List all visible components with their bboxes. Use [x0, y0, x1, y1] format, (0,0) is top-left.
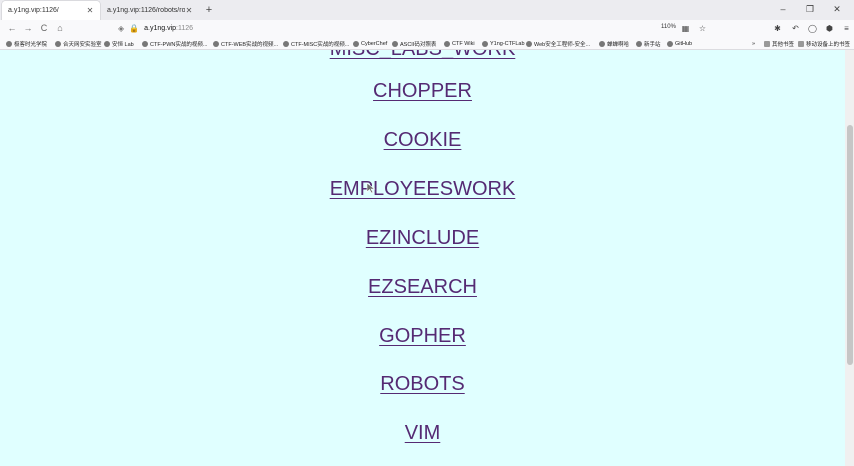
bookmark-favicon-icon — [392, 40, 398, 47]
bookmark-item[interactable]: CTF-WEB实战的视频... — [213, 38, 278, 49]
bookmark-favicon-icon — [444, 40, 450, 47]
challenge-link[interactable]: ROBOTS — [0, 373, 845, 396]
challenge-link[interactable]: MISC_LABS_WORK — [0, 50, 845, 61]
menu-icon[interactable]: ≡ — [841, 23, 852, 34]
bookmark-favicon-icon — [482, 40, 488, 47]
challenge-link[interactable]: EZINCLUDE — [0, 227, 845, 250]
page-info-icon[interactable]: 🔒 — [129, 24, 139, 33]
close-tab-icon[interactable]: ✕ — [86, 6, 94, 15]
forward-button[interactable]: → — [22, 22, 34, 35]
challenge-link[interactable]: EZSEARCH — [0, 276, 845, 299]
challenge-link[interactable]: EMPLOYEESWORK — [0, 178, 845, 201]
bookmark-favicon-icon — [55, 40, 61, 47]
bookmark-favicon-icon — [353, 40, 359, 47]
bookmark-item[interactable]: CTF Wiki — [444, 38, 475, 49]
mouse-cursor-icon — [366, 182, 376, 194]
extension-puzzle-icon[interactable]: ✱ — [772, 23, 783, 34]
challenge-link[interactable]: GOPHER — [0, 325, 845, 348]
bookmark-favicon-icon — [283, 40, 289, 47]
bookmark-item[interactable]: ASCII码对照表 — [392, 38, 436, 49]
mobile-bookmarks-folder[interactable]: 移动设备上的书签 — [798, 38, 850, 49]
bookmark-favicon-icon — [213, 40, 219, 47]
maximize-button[interactable]: ❐ — [801, 2, 819, 16]
navigation-bar: ← → C ⌂ ◈ 🔒 a.y1ng.vip:1126 110% ▦ ☆ ✱ ↶… — [0, 20, 854, 37]
close-window-button[interactable]: ✕ — [828, 2, 846, 16]
bookmark-star-icon[interactable]: ☆ — [697, 23, 708, 34]
challenge-link[interactable]: VIM — [0, 422, 845, 445]
challenge-link[interactable]: CHOPPER — [0, 80, 845, 103]
folder-icon — [798, 40, 804, 47]
tab-title: a.y1ng.vip:1126/robots/robots.txt# — [107, 7, 185, 14]
folder-icon — [764, 40, 770, 47]
bookmark-item[interactable]: 极客时光学院 — [6, 38, 47, 49]
reload-button[interactable]: C — [38, 22, 50, 35]
bookmark-favicon-icon — [104, 40, 110, 47]
tab-strip: a.y1ng.vip:1126/ ✕ a.y1ng.vip:1126/robot… — [0, 0, 854, 20]
undo-icon[interactable]: ↶ — [790, 23, 801, 34]
tab-active[interactable]: a.y1ng.vip:1126/ ✕ — [2, 1, 100, 20]
address-bar[interactable]: ◈ 🔒 a.y1ng.vip:1126 — [118, 22, 678, 35]
bookmark-item[interactable]: GitHub — [667, 38, 692, 49]
minimize-button[interactable]: – — [774, 2, 792, 16]
github-icon — [667, 40, 673, 47]
bookmark-item[interactable]: CTF-MISC实战的视频... — [283, 38, 349, 49]
scrollbar-thumb[interactable] — [847, 125, 853, 365]
bookmark-item[interactable]: CyberChef — [353, 38, 387, 49]
other-bookmarks-folder[interactable]: 其他书签 — [764, 38, 794, 49]
tracking-shield-icon[interactable]: ◈ — [118, 24, 124, 33]
account-icon[interactable]: ◯ — [807, 23, 818, 34]
bookmark-item[interactable]: 合天网安实验室 — [55, 38, 102, 49]
bookmark-favicon-icon — [6, 40, 12, 47]
back-button[interactable]: ← — [6, 22, 18, 35]
bookmarks-bar: 极客时光学院 合天网安实验室 安恒 Lab CTF-PWN实战的视频... CT… — [0, 37, 854, 50]
bookmark-item[interactable]: 安恒 Lab — [104, 38, 134, 49]
url-port: :1126 — [176, 25, 194, 32]
bookmark-favicon-icon — [526, 40, 532, 47]
close-tab-icon[interactable]: ✕ — [185, 6, 193, 15]
bookmark-item[interactable]: 蝉蝉啊哈 — [599, 38, 629, 49]
tab-title: a.y1ng.vip:1126/ — [8, 7, 59, 14]
new-tab-button[interactable]: + — [203, 3, 215, 17]
shield-addon-icon[interactable]: ⬢ — [824, 23, 835, 34]
challenge-link[interactable]: COOKIE — [0, 129, 845, 152]
home-button[interactable]: ⌂ — [54, 22, 66, 35]
bookmark-favicon-icon — [142, 40, 148, 47]
bookmark-favicon-icon — [636, 40, 642, 47]
bookmark-item[interactable]: 新手站 — [636, 38, 661, 49]
qr-icon[interactable]: ▦ — [680, 23, 691, 34]
bookmark-item[interactable]: CTF-PWN实战的视频... — [142, 38, 207, 49]
bookmark-favicon-icon — [599, 40, 605, 47]
bookmark-item[interactable]: Web安全工程师-安全... — [526, 38, 590, 49]
page-content: MISC_LABS_WORK CHOPPER COOKIE EMPLOYEESW… — [0, 50, 845, 466]
zoom-level[interactable]: 110% — [661, 24, 676, 30]
url-host: a.y1ng.vip — [144, 25, 177, 32]
tab-inactive[interactable]: a.y1ng.vip:1126/robots/robots.txt# ✕ — [101, 1, 199, 20]
bookmarks-overflow-button[interactable]: » — [752, 38, 755, 49]
bookmark-item[interactable]: Y1ng-CTFLab — [482, 38, 525, 49]
